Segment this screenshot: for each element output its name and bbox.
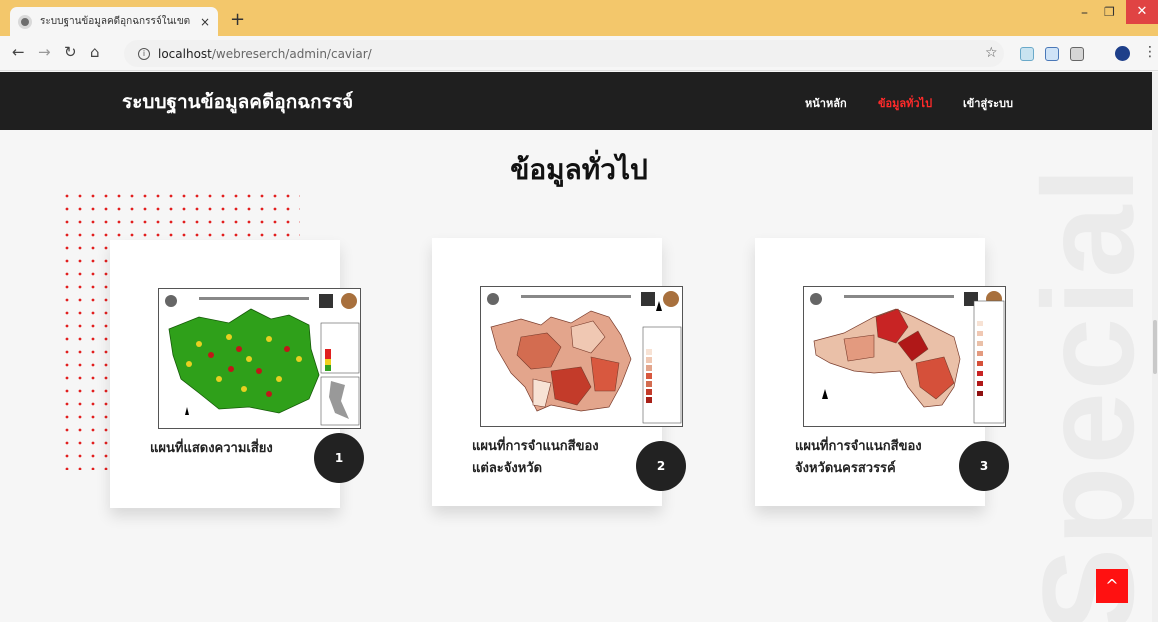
back-arrow-icon[interactable]: ←: [12, 43, 25, 61]
browser-toolbar: ← → ↻ ⌂ i localhost/webreserch/admin/cav…: [0, 36, 1158, 71]
card-title: แผนที่การจำแนกสีของแต่ละจังหวัด: [472, 439, 599, 476]
extension-icon[interactable]: [1020, 47, 1034, 61]
page-title: ข้อมูลทั่วไป: [510, 153, 648, 186]
scrollbar-thumb[interactable]: [1153, 320, 1157, 374]
province-color-map-image[interactable]: [480, 286, 683, 427]
province-map-graphic: [481, 287, 682, 426]
site-title[interactable]: ระบบฐานข้อมูลคดีอุกฉกรรจ์: [122, 87, 353, 117]
card-title: แผนที่แสดงความเสี่ยง: [150, 441, 273, 456]
card-number-badge[interactable]: 2: [636, 441, 686, 491]
home-icon[interactable]: ⌂: [90, 43, 100, 61]
maximize-button[interactable]: ❐: [1104, 5, 1115, 19]
background-watermark-word: Special: [1015, 165, 1158, 622]
site-header: ระบบฐานข้อมูลคดีอุกฉกรรจ์ หน้าหลัก ข้อมู…: [0, 72, 1158, 130]
scroll-to-top-button[interactable]: ^: [1096, 569, 1128, 603]
tab-title: ระบบฐานข้อมูลคดีอุกฉกรรจ์ในเขตภาค: [40, 16, 190, 27]
reload-icon[interactable]: ↻: [64, 43, 77, 61]
url-text: localhost/webreserch/admin/caviar/: [158, 47, 372, 61]
site-favicon-icon: [18, 14, 32, 29]
minimize-button[interactable]: –: [1081, 5, 1088, 21]
card-number-badge[interactable]: 1: [314, 433, 364, 483]
nav-general-info-link[interactable]: ข้อมูลทั่วไป: [878, 94, 932, 112]
url-host: localhost: [158, 46, 212, 61]
browser-tab[interactable]: ระบบฐานข้อมูลคดีอุกฉกรรจ์ในเขตภาค ×: [10, 7, 218, 36]
info-card[interactable]: แผนที่การจำแนกสีของจังหวัดนครสวรรค์: [755, 238, 1006, 506]
new-tab-button[interactable]: +: [230, 9, 245, 30]
nakhon-sawan-color-map-image[interactable]: [803, 286, 1006, 427]
extension-icon[interactable]: [1045, 47, 1059, 61]
profile-avatar-icon[interactable]: [1115, 46, 1130, 61]
bookmark-star-icon[interactable]: ☆: [985, 45, 998, 61]
extension-icon[interactable]: [1070, 47, 1084, 61]
url-path: /webreserch/admin/caviar/: [211, 46, 372, 61]
risk-map-graphic: [159, 289, 360, 428]
info-card[interactable]: แผนที่แสดงความเสี่ยง: [110, 240, 361, 508]
info-card[interactable]: แผนที่การจำแนกสีของแต่ละจังหวัด: [432, 238, 683, 506]
close-window-button[interactable]: ✕: [1126, 0, 1158, 24]
card-number-badge[interactable]: 3: [959, 441, 1009, 491]
risk-map-image[interactable]: [158, 288, 361, 429]
info-icon[interactable]: i: [138, 47, 150, 60]
forward-arrow-icon[interactable]: →: [38, 43, 51, 61]
card-title: แผนที่การจำแนกสีของจังหวัดนครสวรรค์: [795, 439, 922, 476]
address-bar[interactable]: i localhost/webreserch/admin/caviar/: [124, 40, 1004, 67]
nav-login-link[interactable]: เข้าสู่ระบบ: [963, 94, 1013, 112]
tab-bar: ระบบฐานข้อมูลคดีอุกฉกรรจ์ในเขตภาค × + – …: [0, 0, 1158, 36]
browser-window: ระบบฐานข้อมูลคดีอุกฉกรรจ์ในเขตภาค × + – …: [0, 0, 1158, 622]
nav-home-link[interactable]: หน้าหลัก: [805, 94, 847, 112]
tab-close-icon[interactable]: ×: [200, 15, 210, 29]
menu-dots-icon[interactable]: ⋮: [1143, 44, 1157, 60]
nakhon-sawan-map-graphic: [804, 287, 1005, 426]
